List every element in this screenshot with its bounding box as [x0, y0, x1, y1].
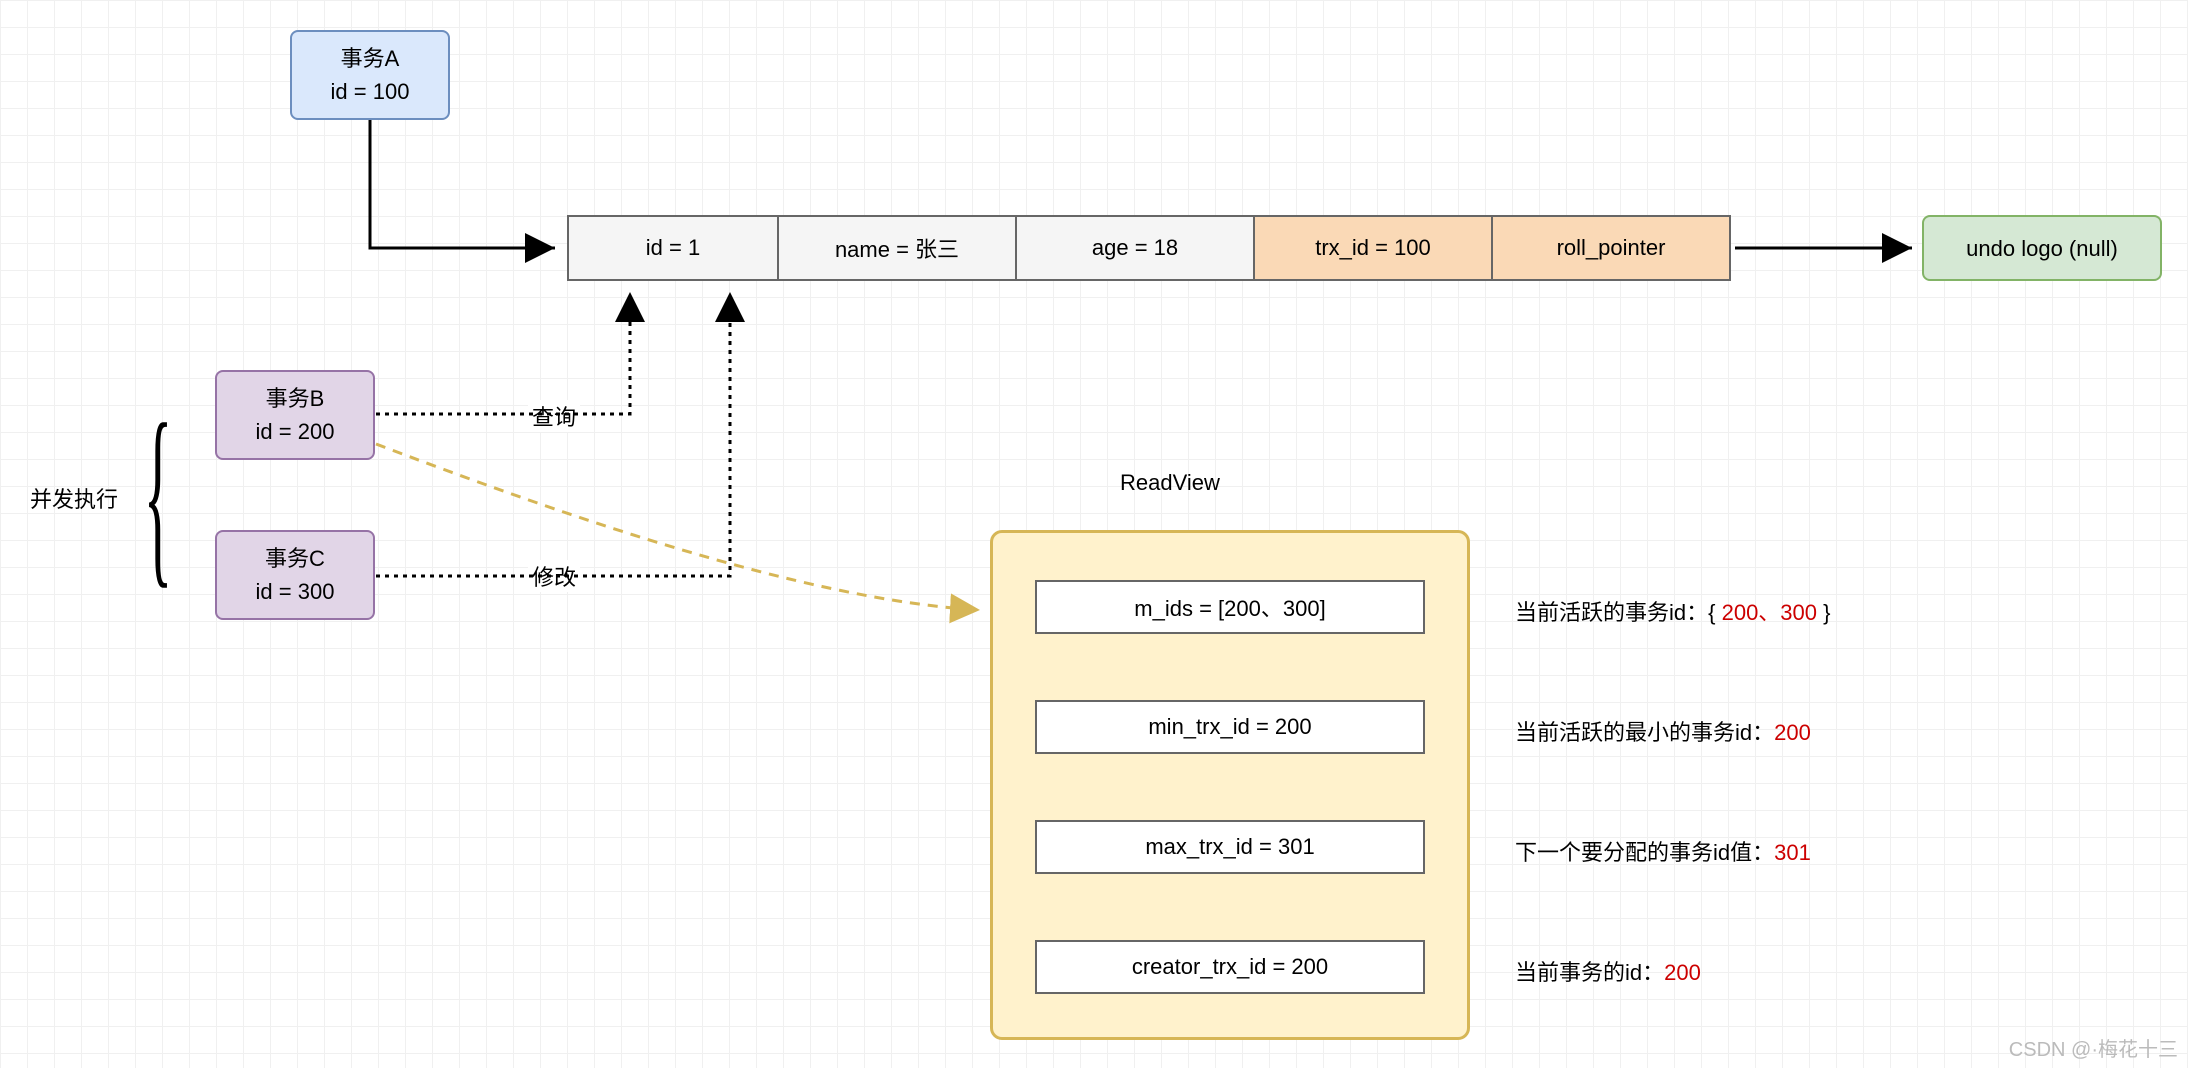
transaction-b-id: id = 200	[256, 415, 335, 448]
transaction-a-title: 事务A	[341, 42, 400, 75]
transaction-a-box: 事务A id = 100	[290, 30, 450, 120]
undo-label: undo logo (null)	[1966, 232, 2118, 265]
readview-title: ReadView	[1120, 470, 1220, 496]
transaction-b-box: 事务B id = 200	[215, 370, 375, 460]
transaction-c-title: 事务C	[265, 542, 325, 575]
readview-creator-trx-id: creator_trx_id = 200	[1035, 940, 1425, 994]
watermark: CSDN @·梅花十三	[2009, 1033, 2178, 1062]
readview-m-ids: m_ids = [200、300]	[1035, 580, 1425, 634]
readview-min-trx-id: min_trx_id = 200	[1035, 700, 1425, 754]
brace-icon: {	[144, 395, 173, 595]
record-row: id = 1 name = 张三 age = 18 trx_id = 100 r…	[567, 215, 1731, 281]
annot-creator: 当前事务的id：200	[1515, 955, 1701, 987]
readview-max-trx-id: max_trx_id = 301	[1035, 820, 1425, 874]
modify-label: 修改	[528, 560, 580, 592]
annot-max: 下一个要分配的事务id值：301	[1515, 835, 1811, 867]
cell-trx-id: trx_id = 100	[1253, 215, 1493, 281]
transaction-c-box: 事务C id = 300	[215, 530, 375, 620]
transaction-b-title: 事务B	[266, 382, 325, 415]
diagram-canvas: 事务A id = 100 事务B id = 200 事务C id = 300 并…	[0, 0, 2188, 1068]
query-label: 查询	[528, 400, 580, 432]
transaction-c-id: id = 300	[256, 575, 335, 608]
cell-name: name = 张三	[777, 215, 1017, 281]
cell-id: id = 1	[567, 215, 779, 281]
cell-roll-pointer: roll_pointer	[1491, 215, 1731, 281]
cell-age: age = 18	[1015, 215, 1255, 281]
annot-min: 当前活跃的最小的事务id：200	[1515, 715, 1811, 747]
undo-box: undo logo (null)	[1922, 215, 2162, 281]
transaction-a-id: id = 100	[331, 75, 410, 108]
annot-m-ids: 当前活跃的事务id：{ 200、300 }	[1515, 595, 1830, 627]
concurrent-label: 并发执行	[30, 482, 118, 514]
